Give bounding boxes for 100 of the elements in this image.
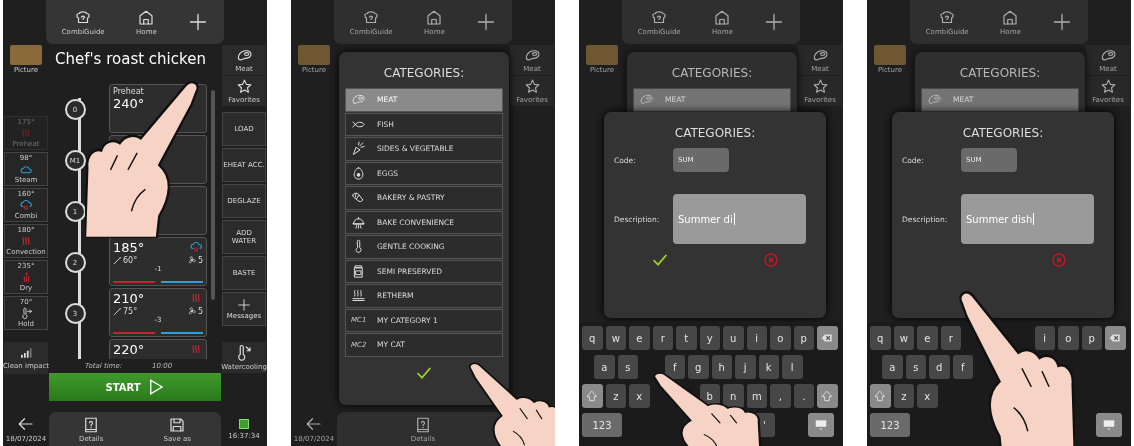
- plus-icon: [764, 12, 785, 32]
- key[interactable]: [817, 384, 838, 408]
- keyboard-hide-icon: [1102, 418, 1116, 432]
- key[interactable]: q: [870, 326, 891, 350]
- key[interactable]: u: [723, 326, 744, 350]
- shift-icon: [585, 389, 600, 403]
- scrollbar[interactable]: [211, 90, 215, 300]
- key[interactable]: s: [905, 355, 926, 379]
- key[interactable]: z: [605, 384, 626, 408]
- key[interactable]: [582, 384, 603, 408]
- back-arrow-icon: [17, 415, 35, 433]
- key[interactable]: x: [629, 384, 650, 408]
- key[interactable]: 123: [582, 413, 622, 437]
- key[interactable]: q: [582, 326, 603, 350]
- plus-icon: [237, 297, 251, 312]
- key[interactable]: .: [793, 384, 814, 408]
- key[interactable]: o: [770, 326, 791, 350]
- confirm-button[interactable]: [651, 252, 668, 268]
- key[interactable]: o: [1058, 326, 1079, 350]
- start-button[interactable]: START: [49, 373, 221, 401]
- cancel-button[interactable]: [1050, 252, 1067, 268]
- dialog-title: CATEGORIES:: [962, 126, 1044, 140]
- star-icon: [523, 78, 541, 95]
- dialog-title: CATEGORIES:: [959, 66, 1041, 80]
- home-icon: [1001, 8, 1020, 27]
- key[interactable]: e: [917, 326, 938, 350]
- key[interactable]: 123: [870, 413, 910, 437]
- thermometer-arrow-icon: [19, 306, 33, 320]
- cloud-heat-icon: [190, 241, 203, 254]
- key[interactable]: y: [699, 326, 720, 350]
- key[interactable]: t: [676, 326, 697, 350]
- core-temperature: 75°: [123, 306, 138, 316]
- step-card[interactable]: 220°: [109, 339, 207, 359]
- dialog-title: CATEGORIES:: [671, 66, 753, 80]
- key[interactable]: w: [893, 326, 914, 350]
- key[interactable]: [817, 326, 838, 350]
- dialog-title: CATEGORIES:: [383, 66, 465, 80]
- key[interactable]: r: [940, 326, 961, 350]
- cancel-button[interactable]: [762, 252, 779, 268]
- plus-icon: [1052, 12, 1073, 32]
- recipe-title: Chef's roast chicken: [55, 50, 207, 70]
- key[interactable]: x: [917, 384, 938, 408]
- key[interactable]: r: [652, 326, 673, 350]
- key[interactable]: k: [758, 355, 779, 379]
- key[interactable]: [1096, 413, 1122, 437]
- step-temperature: 185°: [113, 240, 145, 255]
- key[interactable]: g: [688, 355, 709, 379]
- heat-waves-icon: [190, 292, 203, 305]
- home-icon: [425, 8, 444, 27]
- home-icon: [137, 8, 156, 27]
- key[interactable]: f: [952, 355, 973, 379]
- key[interactable]: [808, 413, 834, 437]
- key[interactable]: [870, 384, 891, 408]
- key[interactable]: a: [882, 355, 903, 379]
- key[interactable]: i: [1034, 326, 1055, 350]
- key[interactable]: e: [629, 326, 650, 350]
- step-temperature: 220°: [113, 342, 145, 357]
- fan-speed: 5: [197, 306, 203, 316]
- key[interactable]: [1105, 326, 1126, 350]
- shift-icon: [820, 389, 835, 403]
- plus-icon: [476, 12, 497, 32]
- shift-icon: [873, 389, 888, 403]
- check-icon: [651, 252, 668, 268]
- key[interactable]: d: [929, 355, 950, 379]
- fan-speed: 5: [197, 255, 203, 265]
- fan-icon: [186, 255, 197, 265]
- key[interactable]: i: [746, 326, 767, 350]
- key[interactable]: j: [735, 355, 756, 379]
- cloche-icon: [351, 214, 366, 230]
- fan-icon: [186, 306, 197, 316]
- key[interactable]: a: [594, 355, 615, 379]
- heat-waves-icon: [19, 234, 33, 248]
- status-indicator-icon: [238, 418, 250, 430]
- heat-waves-icon: [190, 343, 203, 356]
- star-icon: [235, 78, 253, 95]
- step-name: Preheat: [113, 87, 145, 96]
- core-temperature: 60°: [123, 255, 138, 265]
- key[interactable]: z: [893, 384, 914, 408]
- back-arrow-icon: [305, 415, 323, 433]
- heat-waves-icon: [19, 126, 33, 140]
- thermometer-arrow-icon: [235, 344, 253, 362]
- star-icon: [811, 78, 829, 95]
- star-icon: [1099, 78, 1117, 95]
- key[interactable]: w: [605, 326, 626, 350]
- plus-icon: [188, 12, 209, 32]
- key[interactable]: ,: [770, 384, 791, 408]
- key[interactable]: l: [782, 355, 803, 379]
- key[interactable]: n: [723, 384, 744, 408]
- dialog-title: CATEGORIES:: [674, 126, 756, 140]
- key[interactable]: h: [711, 355, 732, 379]
- egg-icon: [351, 165, 366, 181]
- keyboard-hide-icon: [814, 418, 828, 432]
- jar-icon: [351, 263, 366, 279]
- cancel-icon: [762, 252, 779, 268]
- key[interactable]: f: [664, 355, 685, 379]
- step-temperature: 240°: [113, 96, 146, 111]
- key[interactable]: s: [617, 355, 638, 379]
- key[interactable]: p: [793, 326, 814, 350]
- key[interactable]: p: [1081, 326, 1102, 350]
- key[interactable]: m: [746, 384, 767, 408]
